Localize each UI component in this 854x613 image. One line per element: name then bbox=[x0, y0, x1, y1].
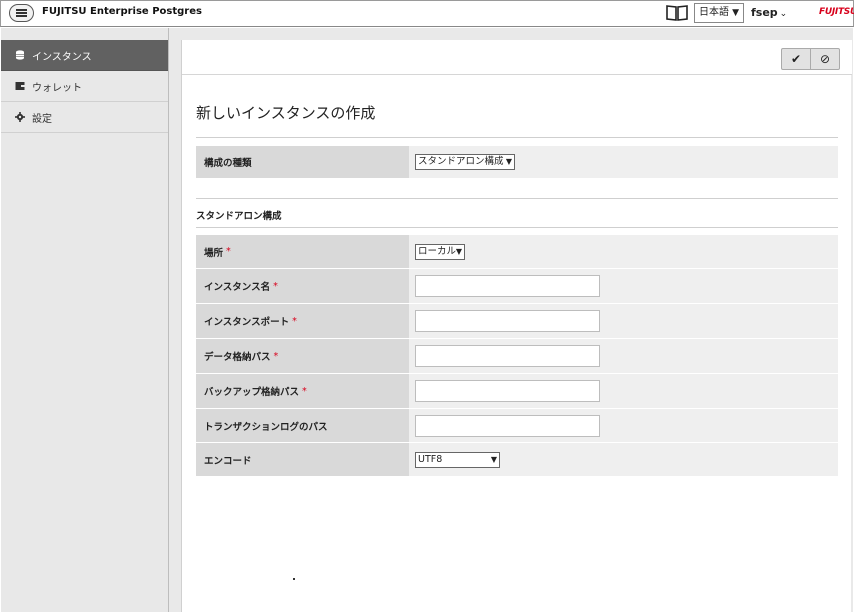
encoding-label: エンコード bbox=[196, 443, 409, 476]
config-type-label: 構成の種類 bbox=[196, 146, 409, 178]
instance-name-row: インスタンス名 * bbox=[196, 269, 838, 304]
txlog-path-label: トランザクションログのパス bbox=[196, 409, 409, 442]
location-cell: ローカル ▼ bbox=[409, 235, 838, 268]
language-select[interactable]: 日本語 ▼ bbox=[694, 3, 744, 23]
divider bbox=[196, 198, 838, 199]
fujitsu-logo: FUJITSU bbox=[819, 7, 854, 17]
page-title: 新しいインスタンスの作成 bbox=[196, 104, 376, 122]
stray-dot bbox=[293, 578, 295, 580]
cancel-icon: ⊘ bbox=[819, 52, 831, 66]
main-panel: ✔ ⊘ 新しいインスタンスの作成 構成の種類 スタンドアロン構成 ▼ スタンドア… bbox=[181, 40, 852, 612]
encoding-cell: UTF8 ▼ bbox=[409, 443, 838, 476]
language-value: 日本語 bbox=[699, 7, 729, 18]
gear-icon bbox=[15, 112, 25, 122]
app-header: FUJITSU Enterprise Postgres 日本語 ▼ fsep ⌄ … bbox=[0, 0, 854, 27]
backup-path-label: バックアップ格納パス * bbox=[196, 374, 409, 408]
encoding-row: エンコード UTF8 ▼ bbox=[196, 443, 838, 477]
divider bbox=[196, 137, 838, 138]
backup-path-cell bbox=[409, 374, 838, 408]
data-path-cell bbox=[409, 339, 838, 373]
manual-book-icon[interactable] bbox=[666, 4, 688, 22]
encoding-select[interactable]: UTF8 ▼ bbox=[415, 451, 500, 468]
sidebar-item-wallet[interactable]: ウォレット bbox=[1, 71, 168, 102]
checkmark-icon: ✔ bbox=[790, 52, 802, 66]
data-path-row: データ格納パス * bbox=[196, 339, 838, 374]
config-type-select[interactable]: スタンドアロン構成 ▼ bbox=[415, 154, 515, 170]
sidebar-item-settings[interactable]: 設定 bbox=[1, 102, 168, 133]
sidebar-item-label: インスタンス bbox=[32, 51, 92, 63]
data-path-label: データ格納パス * bbox=[196, 339, 409, 373]
hamburger-icon bbox=[16, 9, 27, 17]
database-icon bbox=[16, 50, 24, 60]
required-mark: * bbox=[226, 246, 231, 257]
location-label: 場所 * bbox=[196, 235, 409, 268]
sidebar-item-label: ウォレット bbox=[32, 82, 82, 94]
data-path-input[interactable] bbox=[415, 345, 600, 367]
sidebar-item-instances[interactable]: インスタンス bbox=[1, 40, 168, 71]
chevron-down-icon: ▼ bbox=[490, 454, 497, 464]
instance-name-input[interactable] bbox=[415, 275, 600, 297]
config-type-row: 構成の種類 スタンドアロン構成 ▼ bbox=[196, 146, 838, 179]
action-toolbar: ✔ ⊘ bbox=[182, 40, 852, 75]
required-mark: * bbox=[302, 385, 307, 397]
wallet-icon bbox=[15, 82, 25, 90]
instance-port-cell bbox=[409, 304, 838, 338]
cancel-button[interactable]: ⊘ bbox=[810, 48, 840, 70]
required-mark: * bbox=[273, 350, 279, 362]
txlog-path-row: トランザクションログのパス bbox=[196, 409, 838, 443]
instance-name-label: インスタンス名 * bbox=[196, 269, 409, 303]
sidebar: インスタンス ウォレット 設定 bbox=[1, 28, 169, 612]
sidebar-item-label: 設定 bbox=[32, 113, 52, 125]
user-name: fsep bbox=[751, 6, 778, 19]
instance-name-cell bbox=[409, 269, 838, 303]
instance-port-input[interactable] bbox=[415, 310, 600, 332]
confirm-button[interactable]: ✔ bbox=[781, 48, 811, 70]
backup-path-row: バックアップ格納パス * bbox=[196, 374, 838, 409]
txlog-path-input[interactable] bbox=[415, 414, 600, 437]
location-row: 場所 * ローカル ▼ bbox=[196, 235, 838, 269]
backup-path-input[interactable] bbox=[415, 380, 600, 402]
user-menu[interactable]: fsep ⌄ bbox=[751, 6, 787, 19]
config-type-cell: スタンドアロン構成 ▼ bbox=[409, 146, 838, 178]
chevron-down-icon: ▼ bbox=[505, 157, 512, 166]
instance-port-row: インスタンスポート * bbox=[196, 304, 838, 339]
divider bbox=[196, 227, 838, 228]
app-title: FUJITSU Enterprise Postgres bbox=[42, 6, 202, 17]
txlog-path-cell bbox=[409, 409, 838, 442]
location-select[interactable]: ローカル ▼ bbox=[415, 243, 465, 260]
required-mark: * bbox=[273, 280, 278, 292]
chevron-down-icon: ⌄ bbox=[779, 9, 788, 19]
instance-port-label: インスタンスポート * bbox=[196, 304, 409, 338]
required-mark: * bbox=[292, 315, 297, 327]
hamburger-menu-button[interactable] bbox=[9, 4, 34, 22]
chevron-down-icon: ▼ bbox=[732, 8, 739, 18]
section-title: スタンドアロン構成 bbox=[196, 211, 282, 222]
chevron-down-icon: ▼ bbox=[455, 246, 462, 256]
